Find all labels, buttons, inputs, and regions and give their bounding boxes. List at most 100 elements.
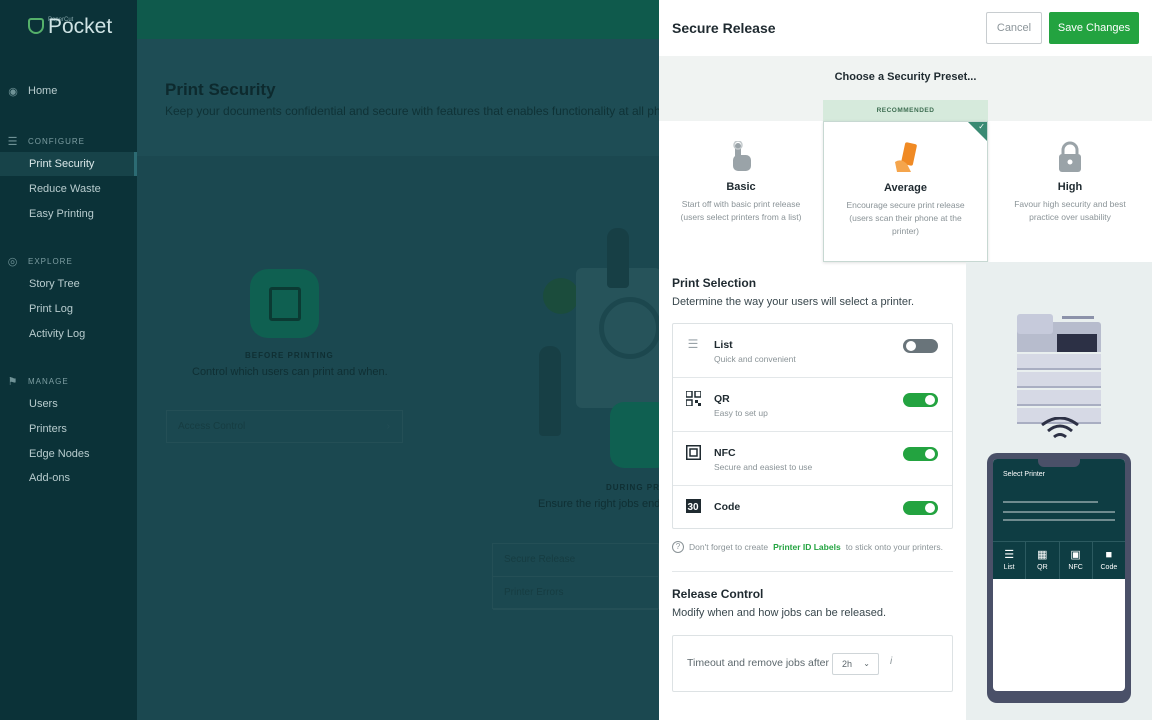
preset-high[interactable]: High Favour high security and best pract…	[988, 121, 1152, 262]
plant-illustration	[543, 278, 579, 314]
timeout-select[interactable]: 2h ⌄	[832, 653, 879, 675]
qr-code-icon: ▦	[1037, 549, 1048, 561]
code-icon: ■	[1105, 549, 1113, 561]
printer-id-labels-link[interactable]: Printer ID Labels	[773, 542, 841, 552]
section-title: Print Selection	[672, 276, 757, 290]
phone-tab-nfc: ▣ NFC	[1060, 542, 1093, 579]
section-explore: ◎ EXPLORE	[7, 255, 73, 268]
person-illustration	[539, 346, 561, 436]
sidebar-item-activity-log[interactable]: Activity Log	[0, 322, 137, 346]
brand-name: Pocket	[48, 15, 113, 38]
logo-icon	[28, 18, 44, 34]
preset-desc: Encourage secure print release (users sc…	[846, 200, 965, 236]
preset-name: Basic	[726, 181, 756, 193]
sidebar-item-printers[interactable]: Printers	[0, 417, 137, 441]
sidebar-item-story-tree[interactable]: Story Tree	[0, 272, 137, 296]
secure-release-link[interactable]: Secure Release	[493, 544, 658, 577]
phone-screen: Select Printer ☰ List ▦ QR ▣ NFC ■ Code	[993, 459, 1125, 691]
phone-illustration: Select Printer ☰ List ▦ QR ▣ NFC ■ Code	[987, 453, 1131, 703]
phone-tabs: ☰ List ▦ QR ▣ NFC ■ Code	[993, 541, 1125, 579]
divider	[672, 571, 953, 572]
save-changes-button[interactable]: Save Changes	[1049, 12, 1139, 44]
home-icon: ◉	[8, 85, 18, 98]
question-icon: ?	[672, 541, 684, 553]
section-subtitle: Determine the way your users will select…	[672, 296, 915, 308]
section-manage: ⚑ MANAGE	[7, 375, 69, 388]
qr-toggle[interactable]	[903, 393, 938, 407]
vault-dial	[599, 297, 659, 359]
page-subtitle: Keep your documents confidential and sec…	[165, 104, 659, 118]
recommended-badge: RECOMMENDED	[823, 100, 988, 121]
preset-average[interactable]: ✓ Average Encourage secure print release…	[823, 121, 988, 262]
preset-area: Choose a Security Preset... RECOMMENDED …	[659, 56, 1152, 262]
code-icon: 30	[685, 498, 701, 514]
option-code: 30 Code	[673, 486, 952, 528]
preset-heading: Choose a Security Preset...	[834, 71, 977, 83]
printer-errors-link[interactable]: Printer Errors	[493, 577, 658, 610]
option-name: QR	[714, 393, 730, 405]
print-selection-section: Print Selection Determine the way your u…	[672, 276, 914, 308]
phone-hand-icon	[891, 142, 921, 174]
option-desc: Easy to set up	[714, 408, 768, 418]
nfc-toggle[interactable]	[903, 447, 938, 461]
option-name: NFC	[714, 447, 736, 459]
section-configure: ☰ CONFIGURE	[7, 135, 85, 148]
section-title: Release Control	[672, 587, 764, 601]
wireless-icon	[1040, 416, 1080, 447]
sidebar-item-add-ons[interactable]: Add-ons	[0, 466, 137, 490]
option-qr: QR Easy to set up	[673, 378, 952, 432]
logo[interactable]: Pocket	[28, 16, 112, 37]
info-icon[interactable]: i	[890, 656, 892, 667]
sidebar-item-edge-nodes[interactable]: Edge Nodes	[0, 442, 137, 466]
chevron-right-icon: ›	[386, 421, 390, 432]
phone-tab-list: ☰ List	[993, 542, 1027, 579]
secure-release-panel: Secure Release Cancel Save Changes Choos…	[659, 0, 1152, 720]
option-nfc: NFC Secure and easiest to use	[673, 432, 952, 486]
page-title: Print Security	[165, 80, 276, 99]
qr-code-icon	[685, 390, 701, 406]
preset-desc: Favour high security and best practice o…	[1014, 199, 1126, 222]
during-printing-icon	[610, 402, 659, 468]
sidebar-item-print-security[interactable]: Print Security	[0, 152, 137, 176]
panel-header: Secure Release Cancel Save Changes	[659, 0, 1152, 56]
panel-title: Secure Release	[672, 20, 776, 36]
main-content: Print Security Keep your documents confi…	[137, 0, 659, 720]
printer-id-hint: ? Don't forget to create Printer ID Labe…	[672, 541, 943, 553]
option-desc: Quick and convenient	[714, 354, 796, 364]
before-printing-label: BEFORE PRINTING	[245, 351, 334, 360]
list-icon: ☰	[1004, 549, 1015, 561]
before-printing-desc: Control which users can print and when.	[192, 366, 388, 378]
sidebar-item-label: Home	[28, 85, 58, 97]
during-printing-desc: Ensure the right jobs end u	[538, 498, 659, 510]
nfc-icon	[685, 444, 701, 460]
timeout-setting: Timeout and remove jobs after 2h ⌄ i	[672, 635, 953, 692]
preset-basic[interactable]: Basic Start off with basic print release…	[659, 121, 823, 262]
access-control-link[interactable]: Access Control ›	[166, 410, 403, 443]
preset-name: Average	[883, 182, 927, 194]
timeout-label: Timeout and remove jobs after	[687, 657, 830, 669]
check-icon: ✓	[978, 122, 985, 131]
preset-name: High	[1057, 181, 1083, 193]
svg-text:30: 30	[687, 502, 699, 513]
phone-title: Select Printer	[1003, 471, 1046, 478]
sidebar-item-home[interactable]: ◉ Home	[6, 84, 57, 98]
sidebar-item-users[interactable]: Users	[0, 392, 137, 416]
preset-desc: Start off with basic print release (user…	[680, 199, 802, 222]
phone-tab-qr: ▦ QR	[1026, 542, 1060, 579]
release-control-section: Release Control Modify when and how jobs…	[672, 587, 886, 619]
preset-row: Basic Start off with basic print release…	[659, 121, 1152, 262]
sliders-icon: ☰	[7, 135, 19, 148]
tap-hand-icon	[726, 141, 756, 173]
lock-icon	[1055, 141, 1085, 173]
printer-phone-illustration: Select Printer ☰ List ▦ QR ▣ NFC ■ Code	[966, 262, 1152, 720]
top-bar	[137, 0, 659, 39]
list-toggle[interactable]	[903, 339, 938, 353]
chevron-down-icon: ⌄	[863, 659, 870, 668]
compass-icon: ◎	[7, 255, 19, 268]
sidebar-item-reduce-waste[interactable]: Reduce Waste	[0, 177, 137, 201]
option-name: Code	[714, 501, 741, 513]
code-toggle[interactable]	[903, 501, 938, 515]
sidebar-item-print-log[interactable]: Print Log	[0, 297, 137, 321]
cancel-button[interactable]: Cancel	[986, 12, 1042, 44]
sidebar-item-easy-printing[interactable]: Easy Printing	[0, 202, 137, 226]
